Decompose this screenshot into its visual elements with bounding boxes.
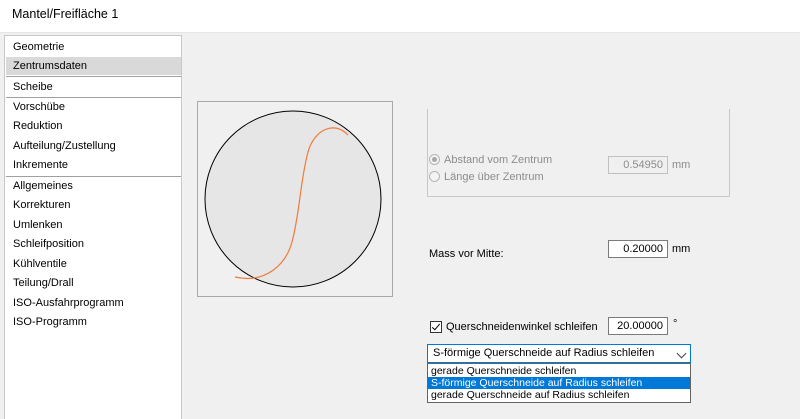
center-distance-unit: mm: [672, 159, 691, 171]
sidebar-item-vorschuebe[interactable]: Vorschübe: [6, 98, 181, 116]
edge-mode-dropdown-list: gerade Querschneide schleifen S-förmige …: [427, 363, 691, 403]
window-title-bar: Mantel/Freifläche 1: [0, 0, 800, 33]
cross-angle-label: Querschneidenwinkel schleifen: [446, 321, 598, 333]
sidebar-item-kuehlventile[interactable]: Kühlventile: [6, 255, 181, 273]
chevron-down-icon[interactable]: [676, 348, 687, 359]
sidebar: Geometrie Zentrumsdaten Scheibe Vorschüb…: [4, 35, 182, 419]
sidebar-item-zentrumsdaten[interactable]: Zentrumsdaten: [6, 57, 181, 75]
sidebar-item-aufteilung[interactable]: Aufteilung/Zustellung: [6, 137, 181, 155]
combo-selected-value: S-förmige Querschneide auf Radius schlei…: [433, 347, 655, 359]
cross-angle-checkbox[interactable]: [430, 321, 442, 333]
mass-field[interactable]: 0.20000: [608, 240, 668, 258]
radio-button-checked-icon: [429, 154, 440, 165]
sidebar-item-reduktion[interactable]: Reduktion: [6, 117, 181, 135]
dropdown-option[interactable]: gerade Querschneide auf Radius schleifen: [428, 389, 690, 401]
cross-angle-field[interactable]: 20.00000: [608, 317, 668, 335]
cross-angle-unit: °: [673, 318, 678, 330]
center-distance-field[interactable]: 0.54950: [608, 156, 668, 174]
tool-circle: [204, 110, 382, 288]
edge-mode-combobox[interactable]: S-förmige Querschneide auf Radius schlei…: [427, 344, 691, 363]
radio-distance-label: Abstand vom Zentrum: [444, 154, 553, 166]
sidebar-item-geometrie[interactable]: Geometrie: [6, 38, 181, 56]
sidebar-item-korrekturen[interactable]: Korrekturen: [6, 196, 181, 214]
radio-length-label: Länge über Zentrum: [444, 171, 544, 183]
sidebar-separator: [6, 76, 181, 77]
sidebar-item-iso-ausfahrprogramm[interactable]: ISO-Ausfahrprogramm: [6, 294, 181, 312]
sidebar-item-umlenken[interactable]: Umlenken: [6, 216, 181, 234]
sidebar-item-schleifposition[interactable]: Schleifposition: [6, 235, 181, 253]
preview-diagram: [204, 110, 382, 288]
cross-section-preview: [197, 101, 393, 297]
mass-unit: mm: [672, 243, 691, 255]
mass-label: Mass vor Mitte:: [429, 248, 504, 260]
dropdown-option-highlighted[interactable]: S-förmige Querschneide auf Radius schlei…: [428, 377, 690, 389]
sidebar-item-iso-programm[interactable]: ISO-Programm: [6, 313, 181, 331]
dropdown-option[interactable]: gerade Querschneide schleifen: [428, 365, 690, 377]
sidebar-item-inkremente[interactable]: Inkremente: [6, 156, 181, 174]
window-title: Mantel/Freifläche 1: [12, 7, 119, 21]
sidebar-item-teilung-drall[interactable]: Teilung/Drall: [6, 274, 181, 292]
radio-button-icon: [429, 171, 440, 182]
sidebar-item-scheibe[interactable]: Scheibe: [6, 78, 181, 96]
sidebar-item-allgemeines[interactable]: Allgemeines: [6, 177, 181, 195]
